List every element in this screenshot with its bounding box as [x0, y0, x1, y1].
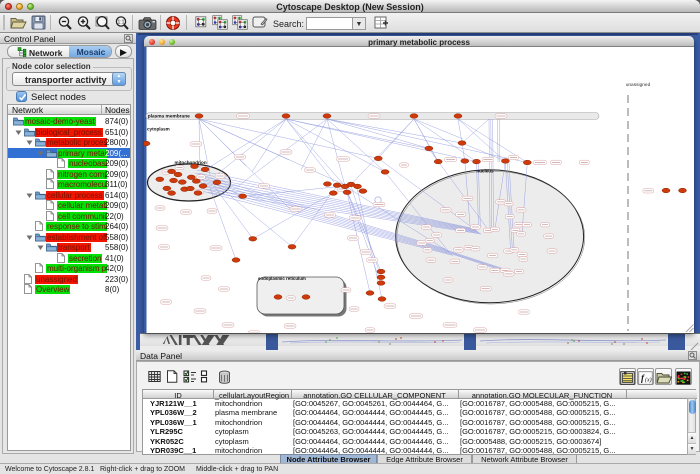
svg-text:cytoplasm: cytoplasm [147, 126, 170, 131]
svg-text:(x): (x) [645, 377, 652, 384]
svg-text:endoplasmic reticulum: endoplasmic reticulum [258, 276, 306, 281]
svg-text:1:1: 1:1 [118, 20, 125, 26]
svg-text:mitochondrion: mitochondrion [175, 160, 207, 165]
svg-text:nucleus: nucleus [476, 168, 494, 173]
svg-text:plasma membrane: plasma membrane [148, 114, 190, 120]
svg-text:unassigned: unassigned [626, 82, 651, 88]
